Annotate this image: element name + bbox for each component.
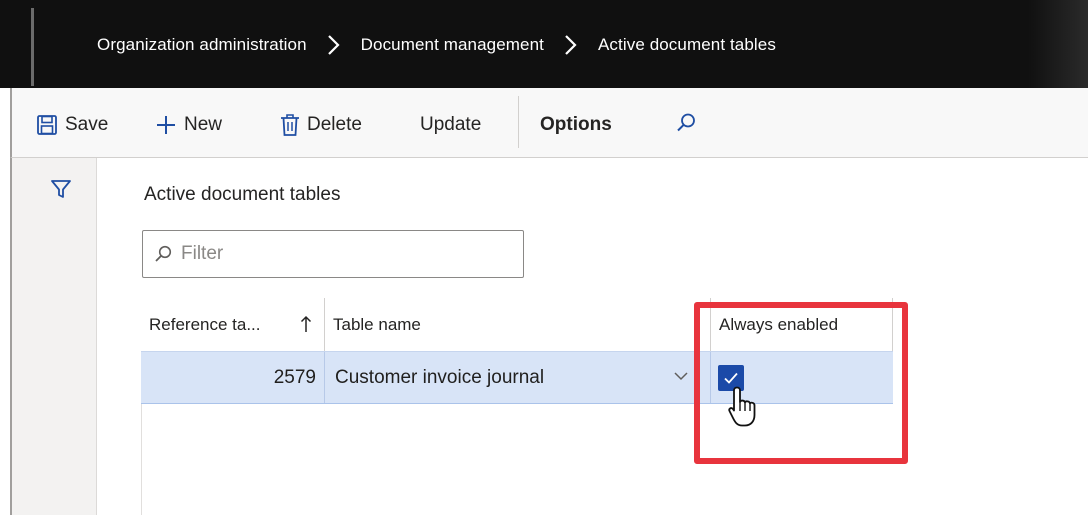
page-title: Active document tables [144,184,341,205]
reference-table-cell[interactable]: 2579 [141,352,325,403]
column-header-label: Always enabled [719,314,839,334]
breadcrumb-item-organization-administration[interactable]: Organization administration [97,35,307,55]
filter-input[interactable] [181,243,501,265]
save-label: Save [65,114,109,135]
update-button[interactable]: Update [420,110,481,140]
sort-ascending-icon [300,315,312,332]
table-name-cell[interactable]: Customer invoice journal [325,352,711,403]
save-icon [37,115,57,135]
hand-cursor-icon [728,386,756,427]
breadcrumb-item-document-management[interactable]: Document management [361,35,544,55]
nav-shadow [1028,0,1088,88]
options-tab[interactable]: Options [540,110,612,140]
funnel-icon [51,180,71,198]
checkmark-icon [724,372,738,384]
save-button[interactable]: Save [36,110,108,140]
delete-button[interactable]: Delete [280,110,362,140]
breadcrumb: Organization administration Document man… [97,34,776,56]
plus-icon [157,116,175,134]
table-name-value: Customer invoice journal [335,366,545,388]
action-pane: Save New Delete Update Options [10,88,1088,158]
filter-pane-button[interactable] [50,178,72,205]
chevron-right-icon [554,34,588,56]
search-icon [677,113,695,132]
column-header-always-enabled[interactable]: Always enabled [711,298,893,351]
breadcrumb-item-active-document-tables[interactable]: Active document tables [598,35,776,55]
new-button[interactable]: New [155,110,222,140]
chevron-down-icon[interactable] [673,370,689,382]
toolbar-divider [518,96,519,148]
update-label: Update [420,114,482,135]
top-nav-bar: Organization administration Document man… [0,0,1088,88]
grid-header: Reference ta... Table name Always enable… [141,298,893,351]
screen: Organization administration Document man… [0,0,1088,515]
trash-icon [281,114,299,136]
delete-label: Delete [307,114,362,135]
chevron-right-icon [317,34,351,56]
table-row[interactable]: 2579 Customer invoice journal [141,351,893,404]
filter-field[interactable] [142,230,524,278]
new-label: New [184,114,223,135]
column-header-label: Reference ta... [149,314,261,334]
column-header-label: Table name [333,314,421,334]
search-button[interactable] [675,108,704,138]
left-rail [10,158,97,515]
column-header-reference-table[interactable]: Reference ta... [141,298,325,351]
nav-divider [31,8,34,86]
column-header-table-name[interactable]: Table name [325,298,711,351]
options-label: Options [540,114,612,135]
search-icon [155,245,172,262]
